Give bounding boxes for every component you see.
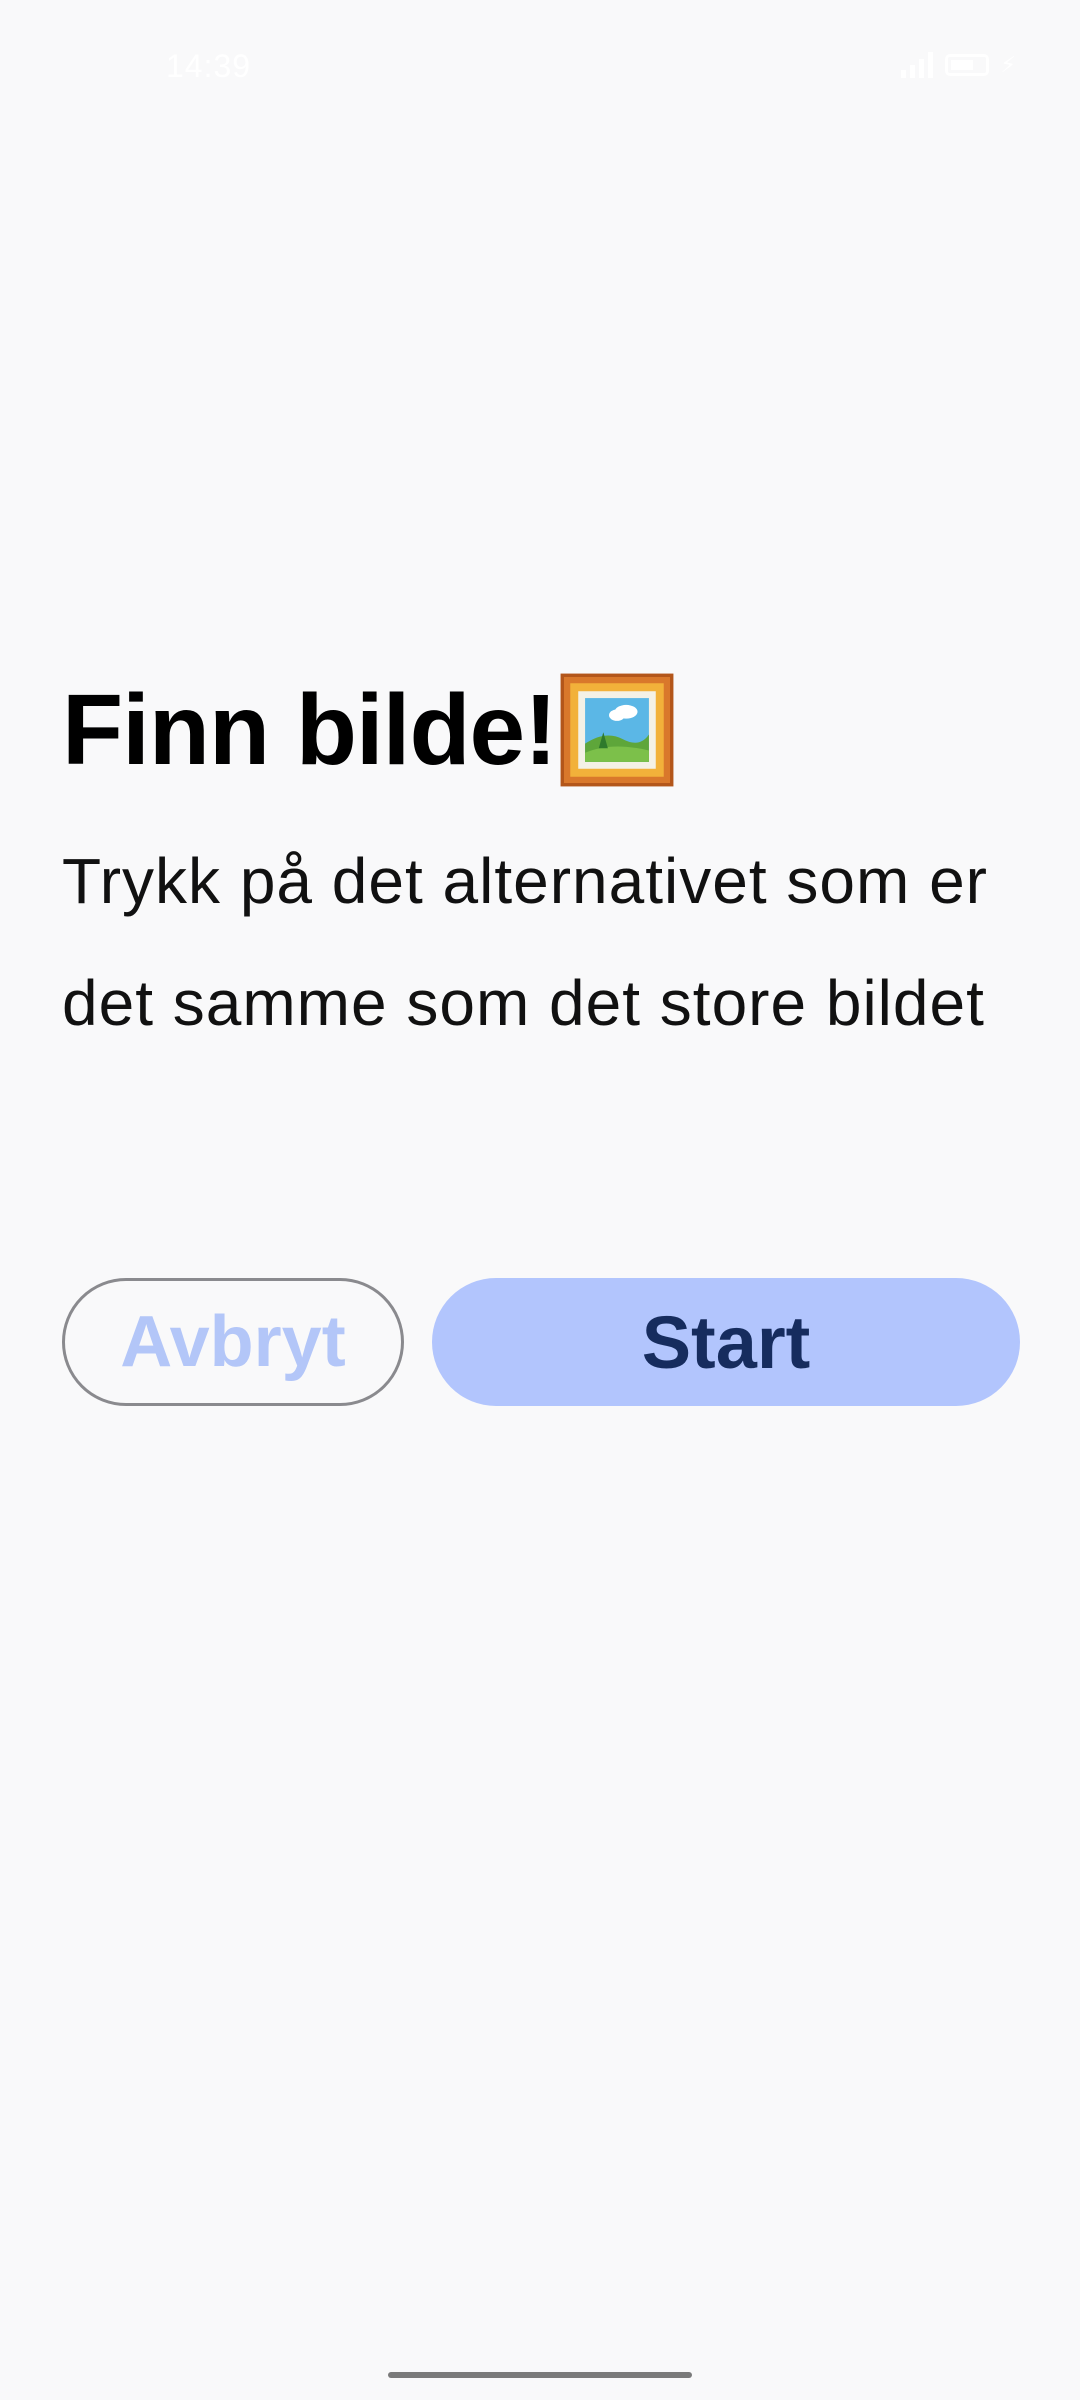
instructions-text: Trykk på det alternativet som er det sam… (62, 845, 988, 1039)
button-row: Avbryt Start (62, 1278, 1020, 1406)
title-row: Finn bilde! (62, 660, 1022, 800)
status-icons: ⚡ (900, 52, 1016, 78)
start-button[interactable]: Start (432, 1278, 1020, 1406)
app-screen: 14:39 ⚡ Finn bilde! Trykk på det alterna… (0, 0, 1080, 2400)
status-bar: 14:39 ⚡ (0, 0, 1080, 130)
home-indicator[interactable] (388, 2372, 692, 2378)
status-time: 14:39 (166, 48, 252, 84)
page-title: Finn bilde! (62, 674, 557, 786)
battery-icon (944, 54, 989, 76)
framed-picture-icon (561, 673, 674, 787)
signal-icon (900, 52, 933, 78)
bolt-icon: ⚡ (1000, 52, 1016, 77)
intro-content: Finn bilde! Trykk på det alternativet so… (62, 660, 1022, 1064)
cancel-button[interactable]: Avbryt (62, 1278, 404, 1406)
